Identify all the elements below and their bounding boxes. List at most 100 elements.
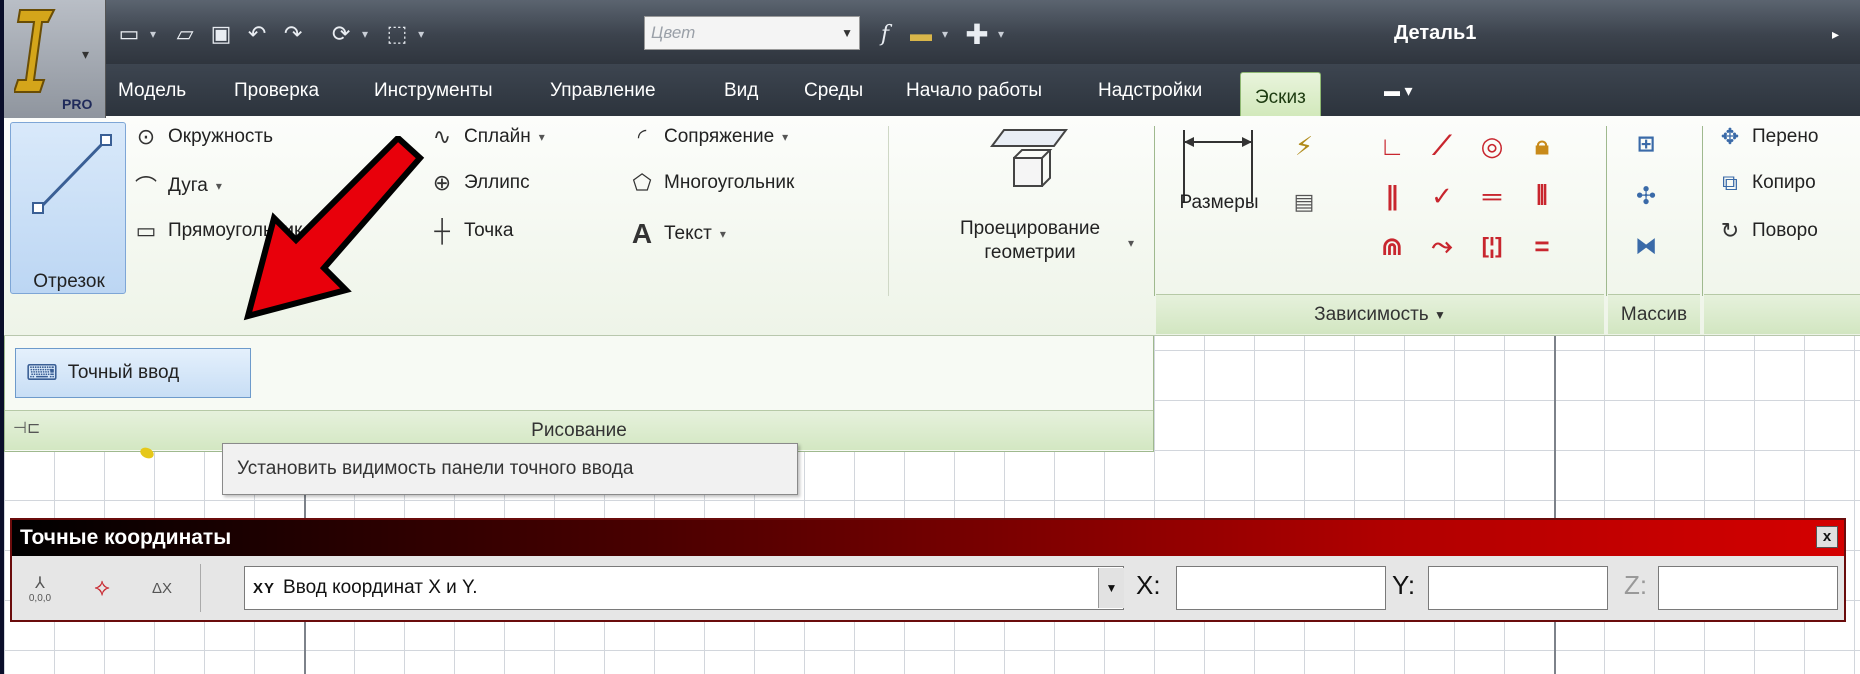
vertical-constraint-icon[interactable]: ⦀ xyxy=(1524,178,1560,214)
toolbar-body: ⅄ 0,0,0 ⟡ ΔX XY Ввод координат X и Y. ▼ … xyxy=(12,556,1844,620)
rectangular-pattern-icon[interactable]: ⊞ xyxy=(1628,126,1664,162)
measure-icon[interactable]: ▬ xyxy=(906,19,936,49)
tab-environments[interactable]: Среды xyxy=(804,64,863,118)
coincident-constraint-icon[interactable]: ⟋ xyxy=(1424,128,1460,164)
chevron-down-icon[interactable]: ▾ xyxy=(310,224,316,238)
tab-get-started[interactable]: Начало работы xyxy=(906,64,1042,118)
select-icon[interactable]: ⬚ xyxy=(382,19,412,49)
constraint-group-text: Зависимость xyxy=(1314,303,1429,325)
ribbon-tabs: Модель Проверка Инструменты Управление В… xyxy=(106,64,1860,122)
tab-manage[interactable]: Управление xyxy=(550,64,656,118)
relative-coordinates-icon[interactable]: ⟡ xyxy=(82,570,122,606)
chevron-down-icon[interactable]: ▾ xyxy=(942,27,948,41)
draw-panel-expanded: ⌨ Точный ввод Рисование ⊣⊏ xyxy=(4,336,1154,452)
arc-label: Дуга xyxy=(168,175,208,196)
close-icon[interactable]: x xyxy=(1816,526,1838,548)
tab-sketch[interactable]: Эскиз xyxy=(1240,72,1321,122)
circular-pattern-icon[interactable]: ✣ xyxy=(1628,178,1664,214)
project-geometry-button[interactable]: Проецирование геометрии ▾ xyxy=(920,124,1140,294)
chevron-down-icon[interactable]: ▾ xyxy=(362,27,368,41)
tab-inspect[interactable]: Проверка xyxy=(234,64,319,118)
origin-label: 0,0,0 xyxy=(28,592,52,604)
fx-parameters-icon[interactable]: f xyxy=(870,19,900,49)
chevron-down-icon[interactable]: ▾ xyxy=(720,227,726,241)
arc-button[interactable]: ⌒ Дуга ▾ xyxy=(132,170,222,202)
precise-input-button[interactable]: ⌨ Точный ввод xyxy=(15,348,251,398)
parallel-constraint-icon[interactable]: ∥ xyxy=(1374,178,1410,214)
polygon-button[interactable]: ⬠ Многоугольник xyxy=(628,170,794,196)
origin-button[interactable]: ⅄ 0,0,0 xyxy=(20,570,60,606)
text-label: Текст xyxy=(664,223,712,244)
text-button[interactable]: A Текст ▾ xyxy=(628,218,726,250)
chevron-down-icon[interactable]: ▾ xyxy=(418,27,424,41)
pin-icon[interactable]: ⊣⊏ xyxy=(13,418,40,438)
chevron-down-icon[interactable]: ▾ xyxy=(150,27,156,41)
rotate-button[interactable]: ↻ Поворо xyxy=(1716,218,1818,244)
customize-qat-icon[interactable]: ▾ xyxy=(998,27,1004,41)
ellipse-label: Эллипс xyxy=(464,172,530,193)
dimension-button[interactable]: Размеры xyxy=(1164,120,1274,280)
constraint-group-label[interactable]: Зависимость ▼ xyxy=(1156,294,1604,334)
tab-tools[interactable]: Инструменты xyxy=(374,64,492,118)
color-placeholder: Цвет xyxy=(651,23,696,42)
tab-addins[interactable]: Надстройки xyxy=(1098,64,1202,118)
circle-button[interactable]: ⊙ Окружность xyxy=(132,124,273,150)
y-coordinate-input[interactable] xyxy=(1428,566,1608,610)
chevron-down-icon[interactable]: ▾ xyxy=(216,179,222,193)
update-icon[interactable]: ⟳ xyxy=(326,19,356,49)
tab-view[interactable]: Вид xyxy=(724,64,758,118)
point-icon: ┼ xyxy=(434,218,450,243)
chevron-down-icon: ▾ xyxy=(82,46,90,62)
show-constraints-icon[interactable]: ▤ xyxy=(1286,184,1322,220)
chevron-down-icon[interactable]: ▾ xyxy=(539,130,545,144)
color-dropdown[interactable]: Цвет ▼ xyxy=(644,16,860,50)
perpendicular-alt-icon[interactable]: ✓ xyxy=(1424,178,1460,214)
polygon-icon: ⬠ xyxy=(632,170,652,195)
tab-model[interactable]: Модель xyxy=(118,64,186,118)
mode-prefix: XY xyxy=(253,579,276,597)
edition-badge: PRO xyxy=(62,96,93,112)
perpendicular-constraint-icon[interactable]: ∟ xyxy=(1374,128,1410,164)
ellipse-button[interactable]: ⊕ Эллипс xyxy=(428,170,530,196)
chevron-right-icon[interactable]: ▸ xyxy=(1832,26,1839,43)
save-icon[interactable]: ▣ xyxy=(206,19,236,49)
chevron-down-icon[interactable]: ▼ xyxy=(1098,568,1124,608)
point-button[interactable]: ┼ Точка xyxy=(428,218,513,244)
spline-button[interactable]: ∿ Сплайн ▾ xyxy=(428,124,545,150)
fix-constraint-icon[interactable]: 🔒︎ xyxy=(1524,128,1560,164)
separator xyxy=(200,564,201,612)
panel-visibility-icon[interactable]: ▬ ▾ xyxy=(1384,64,1412,118)
fillet-button[interactable]: ◜ Сопряжение ▾ xyxy=(628,124,788,150)
quick-access-toolbar-right: f ▬ ▾ ✚ ▾ xyxy=(870,14,1012,54)
chevron-down-icon[interactable]: ▼ xyxy=(841,26,859,40)
chevron-down-icon[interactable]: ▼ xyxy=(1434,308,1446,322)
z-coordinate-input[interactable] xyxy=(1658,566,1838,610)
equal-constraint-icon[interactable]: = xyxy=(1524,228,1560,264)
plus-icon[interactable]: ✚ xyxy=(962,19,992,50)
coordinate-mode-select[interactable]: XY Ввод координат X и Y. xyxy=(244,566,1124,610)
tangent-constraint-icon[interactable]: ⋒ xyxy=(1374,228,1410,264)
smooth-constraint-icon[interactable]: ⤳ xyxy=(1424,228,1460,264)
ellipse-icon: ⊕ xyxy=(432,170,452,195)
toolbar-title-bar[interactable]: Точные координаты x xyxy=(12,520,1844,556)
rectangle-button[interactable]: ▭ Прямоугольник ▾ xyxy=(132,218,317,244)
x-coordinate-input[interactable] xyxy=(1176,566,1386,610)
polygon-label: Многоугольник xyxy=(664,172,795,193)
application-menu-button[interactable]: ▾ PRO xyxy=(4,0,106,118)
horizontal-constraint-icon[interactable]: ═ xyxy=(1474,178,1510,214)
copy-button[interactable]: ⧉ Копиро xyxy=(1716,170,1816,196)
line-tool-icon xyxy=(32,134,112,214)
mirror-icon[interactable]: ⧓ xyxy=(1628,228,1664,264)
move-button[interactable]: ✥ Перено xyxy=(1716,124,1819,150)
chevron-down-icon[interactable]: ▾ xyxy=(782,130,788,144)
auto-dimension-icon[interactable]: ⚡ xyxy=(1286,128,1322,164)
undo-icon[interactable]: ↶ xyxy=(242,19,272,49)
line-button[interactable]: Отрезок xyxy=(10,122,126,294)
redo-icon[interactable]: ↷ xyxy=(278,19,308,49)
delta-coordinates-icon[interactable]: ΔX xyxy=(142,570,182,606)
symmetric-constraint-icon[interactable]: [¦] xyxy=(1474,228,1510,264)
concentric-constraint-icon[interactable]: ◎ xyxy=(1474,128,1510,164)
open-folder-icon[interactable]: ▱ xyxy=(170,19,200,49)
chevron-down-icon[interactable]: ▾ xyxy=(1128,236,1134,250)
new-file-icon[interactable]: ▭ xyxy=(114,19,144,49)
